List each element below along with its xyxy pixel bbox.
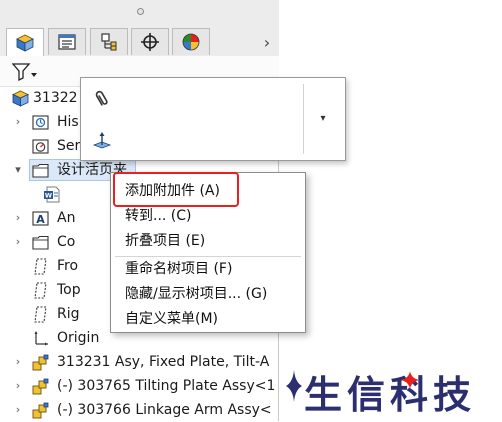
origin-icon bbox=[34, 331, 48, 346]
attachment-icon bbox=[95, 90, 108, 106]
tree-item-label: His bbox=[57, 114, 79, 130]
property-manager-icon bbox=[58, 34, 76, 50]
expand-arrow-icon[interactable]: › bbox=[13, 374, 23, 398]
tree-item-linkage-arm[interactable]: › (-) 303766 Linkage Arm Assy< bbox=[0, 398, 279, 422]
toolbar-separator bbox=[303, 84, 304, 154]
feature-manager-icon bbox=[16, 34, 34, 52]
watermark-sparkle-icon bbox=[286, 370, 302, 402]
filter-icon[interactable] bbox=[12, 63, 38, 81]
expand-arrow-icon[interactable]: › bbox=[13, 230, 23, 254]
tree-item-label: Rig bbox=[57, 306, 80, 322]
svg-text:W: W bbox=[45, 192, 52, 200]
collapse-handle-icon[interactable] bbox=[137, 8, 144, 15]
tree-item-label: Fro bbox=[57, 258, 79, 274]
tab-dimxpert-manager[interactable] bbox=[131, 28, 169, 55]
tab-scroll-right-icon[interactable]: › bbox=[258, 32, 276, 52]
normal-to-icon bbox=[92, 132, 112, 149]
assembly-icon bbox=[32, 378, 49, 395]
menu-item-hide-show-tree-items[interactable]: 隐藏/显示树项目... (G) bbox=[111, 282, 305, 306]
tree-item-label: (-) 303766 Linkage Arm Assy< bbox=[57, 402, 272, 418]
word-document-icon: W bbox=[44, 186, 60, 203]
tab-display-manager[interactable] bbox=[172, 28, 210, 55]
expand-arrow-icon[interactable]: › bbox=[13, 398, 23, 422]
tree-item-label: 313231 Asy, Fixed Plate, Tilt-A bbox=[57, 354, 270, 370]
panel-collapse-bar[interactable] bbox=[0, 0, 279, 25]
assembly-icon bbox=[32, 354, 49, 371]
expand-arrow-icon[interactable]: › bbox=[13, 206, 23, 230]
expand-arrow-icon[interactable]: › bbox=[13, 110, 23, 134]
menu-item-rename-tree-item[interactable]: 重命名树项目 (F) bbox=[111, 257, 305, 281]
attach-button[interactable] bbox=[89, 86, 115, 112]
tree-item-tilting-plate[interactable]: › (-) 303765 Tilting Plate Assy<1 bbox=[0, 374, 279, 398]
expand-arrow-icon[interactable]: › bbox=[13, 350, 23, 374]
watermark-text: 生信科技 bbox=[304, 373, 477, 417]
menu-item-add-attachment[interactable]: 添加附加件 (A) bbox=[111, 179, 305, 203]
tab-feature-manager[interactable] bbox=[6, 28, 44, 56]
shortcut-toolbar: ▾ bbox=[80, 77, 346, 161]
folder-icon bbox=[32, 235, 49, 250]
normal-to-button[interactable] bbox=[89, 128, 115, 154]
tree-item-label: Origin bbox=[57, 330, 100, 346]
menu-item-customize-menu[interactable]: 自定义菜单(M) bbox=[111, 307, 305, 331]
tab-property-manager[interactable] bbox=[48, 28, 86, 55]
assembly-root-icon bbox=[12, 90, 29, 107]
collapse-arrow-icon[interactable]: ▾ bbox=[13, 158, 23, 182]
crosshair-icon bbox=[141, 33, 159, 51]
menu-item-collapse-items[interactable]: 折叠项目 (E) bbox=[111, 229, 305, 253]
sensors-icon bbox=[32, 139, 49, 154]
tab-configuration-manager[interactable] bbox=[90, 28, 128, 55]
plane-icon bbox=[34, 282, 47, 299]
tree-item-label: Ser bbox=[57, 138, 81, 154]
configuration-manager-icon bbox=[101, 33, 117, 51]
svg-text:A: A bbox=[36, 213, 45, 226]
manager-tabbar: › bbox=[0, 24, 279, 57]
history-icon bbox=[32, 115, 49, 130]
design-binder-icon bbox=[32, 163, 49, 178]
tree-item-label: Co bbox=[57, 234, 76, 250]
plane-icon bbox=[34, 306, 47, 323]
plane-icon bbox=[34, 258, 47, 275]
tree-item-label: (-) 303765 Tilting Plate Assy<1 bbox=[57, 378, 276, 394]
context-menu: 添加附加件 (A) 转到... (C) 折叠项目 (E) 重命名树项目 (F) … bbox=[110, 172, 306, 333]
watermark-accent-icon bbox=[401, 371, 419, 389]
display-manager-icon bbox=[182, 33, 200, 51]
toolbar-dropdown-icon[interactable]: ▾ bbox=[313, 108, 333, 128]
tree-item-label: An bbox=[57, 210, 76, 226]
tree-root-label: 31322 bbox=[33, 90, 78, 106]
annotations-icon: A bbox=[32, 211, 49, 226]
assembly-icon bbox=[32, 402, 49, 419]
watermark-logo: 生信科技 bbox=[282, 360, 502, 421]
menu-item-go-to[interactable]: 转到... (C) bbox=[111, 204, 305, 228]
tree-item-fixed-plate[interactable]: › 313231 Asy, Fixed Plate, Tilt-A bbox=[0, 350, 279, 374]
tree-item-label: Top bbox=[57, 282, 81, 298]
